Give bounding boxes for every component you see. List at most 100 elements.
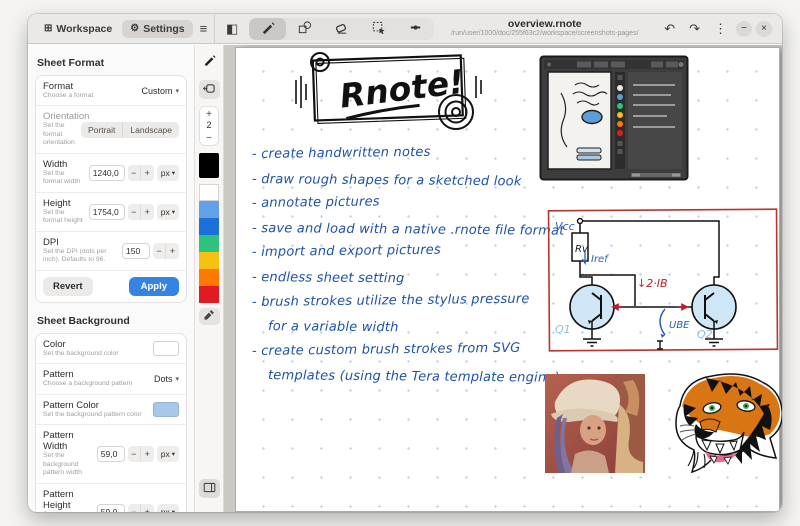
hamburger-menu-button[interactable]: ≡ xyxy=(195,19,213,38)
rnote-logo-sketch: Rnote! xyxy=(288,46,486,142)
redo-button[interactable]: ↷ xyxy=(684,19,705,39)
app-menu-button[interactable]: ⋮ xyxy=(709,19,732,39)
format-row: Format Choose a format Custom ▾ xyxy=(36,76,186,106)
pattern-label: Pattern xyxy=(43,369,150,380)
pattern-height-minus-button[interactable]: − xyxy=(128,504,141,512)
dpi-minus-button[interactable]: − xyxy=(153,243,166,259)
background-color-swatch[interactable] xyxy=(153,341,179,356)
tab-workspace[interactable]: ⊞ Workspace xyxy=(36,20,120,38)
stroke-width-value: 2 xyxy=(206,120,211,132)
format-label: Format xyxy=(43,81,137,92)
pattern-height-input[interactable]: 59,0 xyxy=(97,504,125,512)
selector-tool-button[interactable] xyxy=(360,18,397,40)
landscape-button[interactable]: Landscape xyxy=(123,122,179,138)
pattern-width-unit-dropdown[interactable]: px ▾ xyxy=(157,446,179,462)
lena-photo xyxy=(545,374,645,473)
color-swatch-green[interactable] xyxy=(199,235,219,252)
shaper-tool-button[interactable] xyxy=(286,18,323,40)
height-row: Height Set the format height 1754,0 − + … xyxy=(36,193,186,232)
tools-tool-button[interactable] xyxy=(397,18,434,40)
color-picker-button[interactable] xyxy=(199,308,220,325)
height-label: Height xyxy=(43,198,85,209)
undo-button[interactable]: ↶ xyxy=(659,19,680,39)
dpi-label: DPI xyxy=(43,237,118,248)
eyedropper-icon xyxy=(203,309,215,324)
header-right: ↶ ↷ ⋮ − × xyxy=(659,19,782,39)
dpi-desc: Set the DPI (dots per inch). Defaults to… xyxy=(43,248,118,265)
note-line: templates (using the Tera template engin… xyxy=(252,368,562,395)
pattern-width-input[interactable]: 59,0 xyxy=(97,446,125,462)
note-line: - annotate pictures xyxy=(252,192,562,220)
brush-tool-button[interactable] xyxy=(249,18,286,40)
pattern-height-plus-button[interactable]: + xyxy=(141,504,154,512)
color-swatch-orange[interactable] xyxy=(199,269,219,286)
gear-icon: ⚙ xyxy=(130,23,139,34)
pattern-height-unit-dropdown[interactable]: px ▾ xyxy=(157,504,179,512)
stroke-width-stepper: + 2 − xyxy=(199,106,219,146)
dpi-plus-button[interactable]: + xyxy=(166,243,179,259)
height-input[interactable]: 1754,0 xyxy=(89,204,125,220)
pattern-width-minus-button[interactable]: − xyxy=(128,446,141,462)
width-minus-button[interactable]: − xyxy=(128,165,141,181)
brush-icon xyxy=(260,20,275,38)
dpi-input[interactable]: 150 xyxy=(122,243,150,259)
pattern-height-desc: Set the background pattern height xyxy=(43,511,93,512)
height-minus-button[interactable]: − xyxy=(128,204,141,220)
header-bar: ⊞ Workspace ⚙ Settings ≡ ◧ xyxy=(28,14,782,44)
close-button[interactable]: × xyxy=(756,21,772,37)
minimize-button[interactable]: − xyxy=(736,21,752,37)
width-input[interactable]: 1240,0 xyxy=(89,165,125,181)
pattern-width-desc: Set the background pattern width xyxy=(43,452,93,477)
dpi-row: DPI Set the DPI (dots per inch). Default… xyxy=(36,232,186,271)
tiger-drawing xyxy=(650,366,782,482)
color-swatch-white[interactable] xyxy=(199,184,219,201)
document-sheet[interactable]: Rnote! xyxy=(235,47,780,512)
header-main: ◧ overview.rnote / xyxy=(214,14,782,43)
stroke-width-minus-button[interactable]: − xyxy=(206,132,212,144)
pattern-width-plus-button[interactable]: + xyxy=(141,446,154,462)
color-swatch-blue[interactable] xyxy=(199,218,219,235)
color-swatch-red[interactable] xyxy=(199,286,219,303)
width-plus-button[interactable]: + xyxy=(141,165,154,181)
color-swatch-lightblue[interactable] xyxy=(199,201,219,218)
eraser-tool-button[interactable] xyxy=(323,18,360,40)
width-unit-dropdown[interactable]: px ▾ xyxy=(157,165,179,181)
stroke-eraser-mode-button[interactable] xyxy=(199,80,220,99)
lasso-selector-icon xyxy=(371,20,386,38)
sheet-background-heading: Sheet Background xyxy=(37,315,187,327)
circuit-ib-label: ↓2·IB xyxy=(637,277,668,290)
apply-button[interactable]: Apply xyxy=(129,277,179,296)
workspace-icon: ⊞ xyxy=(44,23,52,34)
stroke-width-plus-button[interactable]: + xyxy=(206,108,212,120)
eraser-icon xyxy=(334,20,349,38)
pattern-width-label: Pattern Width xyxy=(43,430,93,452)
portrait-button[interactable]: Portrait xyxy=(81,122,123,138)
height-plus-button[interactable]: + xyxy=(141,204,154,220)
orientation-row: Orientation Set the format orientation P… xyxy=(36,106,186,153)
format-dropdown[interactable]: Custom ▾ xyxy=(141,86,179,96)
circuit-vcc-label: Vcc xyxy=(555,220,575,233)
tab-settings[interactable]: ⚙ Settings xyxy=(122,20,192,38)
pattern-color-swatch[interactable] xyxy=(153,402,179,417)
color-swatch-black[interactable] xyxy=(199,153,219,178)
color-swatch-yellow[interactable] xyxy=(199,252,219,269)
sheet-format-card: Format Choose a format Custom ▾ Orientat… xyxy=(35,75,187,303)
tab-workspace-label: Workspace xyxy=(56,23,112,35)
background-color-label: Color xyxy=(43,339,149,350)
sidebar-toggle-button[interactable]: ◧ xyxy=(221,19,243,39)
hide-panel-button[interactable] xyxy=(199,479,220,498)
chevron-down-icon: ▾ xyxy=(175,87,179,95)
width-row: Width Set the format width 1240,0 − + px… xyxy=(36,154,186,193)
circuit-q2-label: Q2 xyxy=(697,328,713,341)
pattern-dropdown[interactable]: Dots ▾ xyxy=(154,374,179,384)
orientation-segment: Portrait Landscape xyxy=(81,122,179,138)
canvas-area[interactable]: Rnote! xyxy=(224,45,782,512)
panel-toggle-icon xyxy=(203,481,216,496)
height-unit-dropdown[interactable]: px ▾ xyxy=(157,204,179,220)
pattern-row: Pattern Choose a background pattern Dots… xyxy=(36,364,186,394)
revert-button[interactable]: Revert xyxy=(43,277,93,296)
circuit-resistor-label: Rv xyxy=(575,244,589,255)
chevron-down-icon: ▾ xyxy=(172,508,175,512)
note-line: - create handwritten notes xyxy=(252,143,562,171)
document-title: overview.rnote xyxy=(434,19,655,31)
